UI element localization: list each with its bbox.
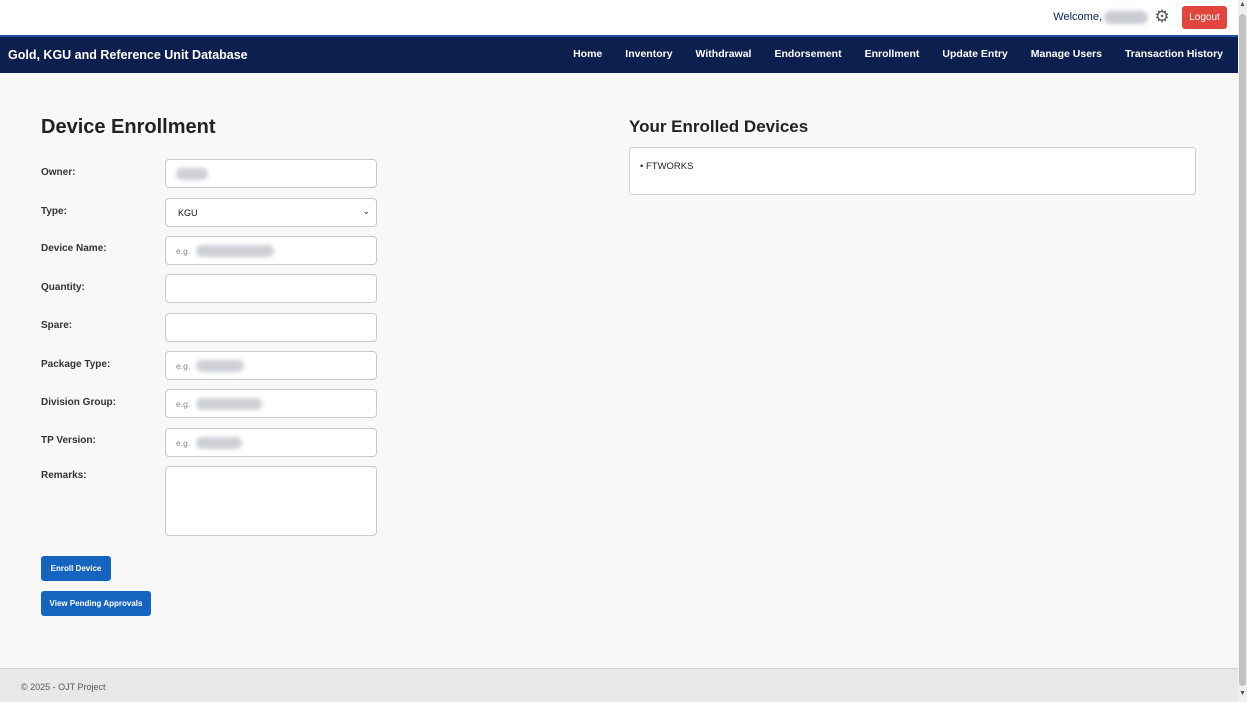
gear-icon[interactable]: ⚙	[1154, 8, 1170, 25]
owner-label: Owner:	[41, 167, 76, 178]
device-name-field[interactable]: e.g.	[165, 236, 377, 265]
footer: © 2025 - OJT Project	[0, 668, 1238, 702]
nav-manage-users[interactable]: Manage Users	[1031, 48, 1102, 60]
division-group-field[interactable]: e.g.	[165, 389, 377, 418]
remarks-label: Remarks:	[41, 470, 87, 481]
package-type-label: Package Type:	[41, 359, 111, 370]
scrollbar-thumb[interactable]	[1239, 14, 1246, 686]
tp-version-label: TP Version:	[41, 435, 96, 446]
nav-update-entry[interactable]: Update Entry	[942, 48, 1007, 60]
nav-enrollment[interactable]: Enrollment	[865, 48, 920, 60]
scroll-up-arrow-icon[interactable]: ▲	[1239, 1, 1246, 8]
owner-field[interactable]	[165, 159, 377, 188]
nav-home[interactable]: Home	[573, 48, 602, 60]
username-redacted	[1104, 11, 1148, 24]
nav-withdrawal[interactable]: Withdrawal	[696, 48, 752, 60]
tp-version-field[interactable]: e.g.	[165, 428, 377, 457]
device-name-label: Device Name:	[41, 243, 107, 254]
scroll-down-arrow-icon[interactable]: ▼	[1239, 690, 1246, 697]
footer-text: © 2025 - OJT Project	[21, 682, 106, 692]
logout-button[interactable]: Logout	[1182, 6, 1227, 29]
placeholder-example-redacted	[196, 245, 274, 257]
package-type-placeholder: e.g.	[176, 361, 191, 371]
type-label: Type:	[41, 206, 67, 217]
enrolled-devices-list: • FTWORKS	[629, 147, 1196, 195]
nav-menu: Home Inventory Withdrawal Endorsement En…	[573, 48, 1223, 60]
nav-endorsement[interactable]: Endorsement	[774, 48, 841, 60]
nav-transaction-history[interactable]: Transaction History	[1125, 48, 1223, 60]
brand-title[interactable]: Gold, KGU and Reference Unit Database	[8, 48, 248, 62]
view-pending-approvals-button[interactable]: View Pending Approvals	[41, 591, 151, 616]
page-title: Device Enrollment	[41, 116, 216, 138]
quantity-field[interactable]	[165, 274, 377, 303]
placeholder-example-redacted	[196, 398, 262, 410]
enrolled-devices-title: Your Enrolled Devices	[629, 117, 809, 136]
nav-inventory[interactable]: Inventory	[625, 48, 672, 60]
list-item: • FTWORKS	[640, 161, 694, 172]
device-name-placeholder: e.g.	[176, 246, 191, 256]
placeholder-example-redacted	[196, 437, 242, 449]
division-group-placeholder: e.g.	[176, 399, 191, 409]
spare-label: Spare:	[41, 320, 73, 331]
placeholder-example-redacted	[196, 360, 244, 372]
owner-value-redacted	[176, 168, 208, 180]
type-select[interactable]: KGU ⌄	[165, 198, 377, 227]
division-group-label: Division Group:	[41, 397, 116, 408]
welcome-text: Welcome,	[1053, 11, 1102, 23]
quantity-label: Quantity:	[41, 282, 85, 293]
tp-version-placeholder: e.g.	[176, 438, 191, 448]
navbar: Gold, KGU and Reference Unit Database Ho…	[0, 35, 1238, 73]
type-selected-value: KGU	[178, 208, 198, 218]
enroll-device-button[interactable]: Enroll Device	[41, 556, 111, 581]
top-bar: Welcome, ⚙ Logout	[0, 0, 1238, 35]
chevron-down-icon: ⌄	[362, 206, 370, 216]
remarks-textarea[interactable]	[165, 466, 377, 536]
spare-field[interactable]	[165, 313, 377, 342]
vertical-scrollbar[interactable]: ▲ ▼	[1238, 0, 1247, 702]
package-type-field[interactable]: e.g.	[165, 351, 377, 380]
